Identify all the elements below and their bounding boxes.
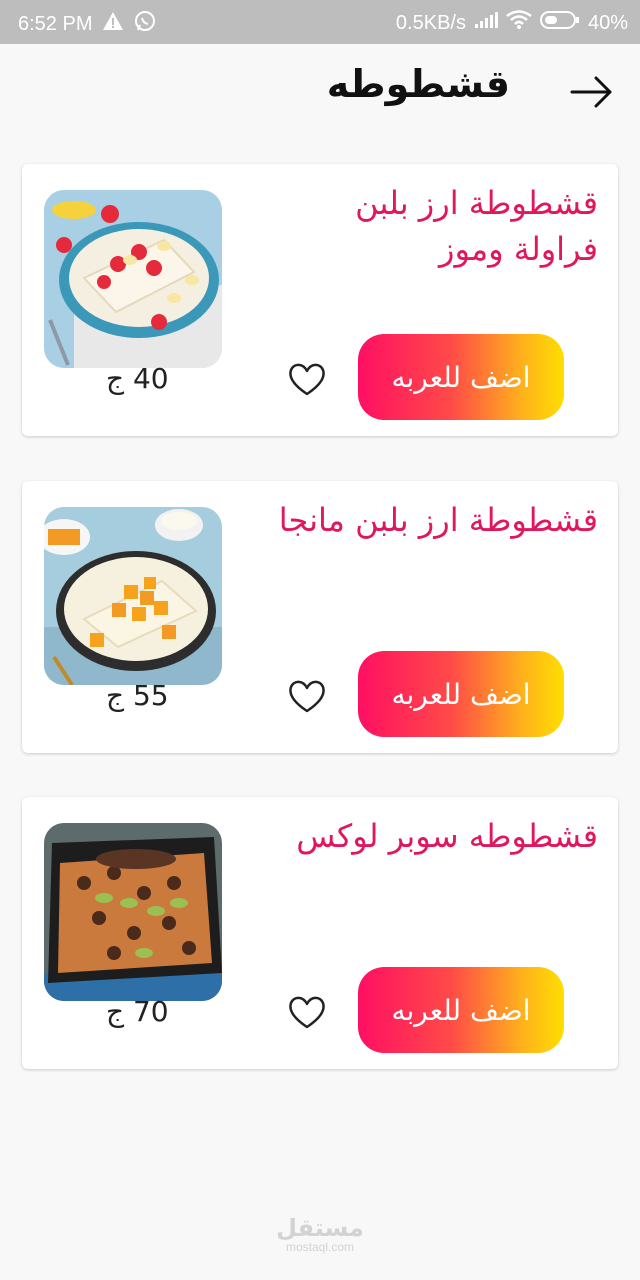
product-price: 40 ج (106, 362, 169, 395)
arrow-right-icon (570, 76, 612, 108)
favorite-button[interactable] (286, 993, 328, 1031)
product-image (44, 823, 222, 1001)
back-button[interactable] (570, 74, 614, 110)
product-name: قشطوطة ارز بلبن فراولة وموز (355, 184, 598, 268)
product-price: 70 ج (106, 995, 169, 1028)
warning-icon (102, 11, 124, 37)
heart-icon (289, 363, 325, 396)
product-card[interactable]: قشطوطة ارز بلبن مانجا 55 ج اضف للعربه (22, 481, 618, 753)
app-header: قشطوطه (0, 44, 640, 136)
add-to-cart-button[interactable]: اضف للعربه (358, 334, 564, 420)
add-to-cart-button[interactable]: اضف للعربه (358, 967, 564, 1053)
product-card[interactable]: قشطوطه سوبر لوكس 70 ج اضف للعربه (22, 797, 618, 1069)
whatsapp-icon (134, 10, 156, 38)
wifi-icon (506, 10, 532, 36)
product-name: قشطوطة ارز بلبن مانجا (278, 501, 598, 539)
network-speed: 0.5KB/s (395, 11, 466, 34)
product-name: قشطوطه سوبر لوكس (296, 817, 598, 855)
add-to-cart-button[interactable]: اضف للعربه (358, 651, 564, 737)
product-image (44, 190, 222, 368)
status-time: 6:52 PM (18, 12, 93, 35)
heart-icon (289, 996, 325, 1029)
watermark: مستقل mostaql.com (0, 1214, 640, 1254)
favorite-button[interactable] (286, 677, 328, 715)
watermark-url: mostaql.com (285, 1240, 355, 1254)
battery-icon (539, 10, 580, 36)
heart-icon (289, 680, 325, 713)
status-bar: 6:52 PM 0.5KB/s 40% (0, 0, 640, 44)
battery-percent: 40% (587, 11, 628, 34)
product-image (44, 507, 222, 685)
watermark-logo: مستقل (276, 1214, 364, 1242)
page-title: قشطوطه (326, 62, 510, 106)
product-card[interactable]: قشطوطة ارز بلبن فراولة وموز 40 ج اضف للع… (22, 164, 618, 436)
product-price: 55 ج (106, 679, 169, 712)
favorite-button[interactable] (286, 360, 328, 398)
signal-icon (474, 11, 498, 35)
